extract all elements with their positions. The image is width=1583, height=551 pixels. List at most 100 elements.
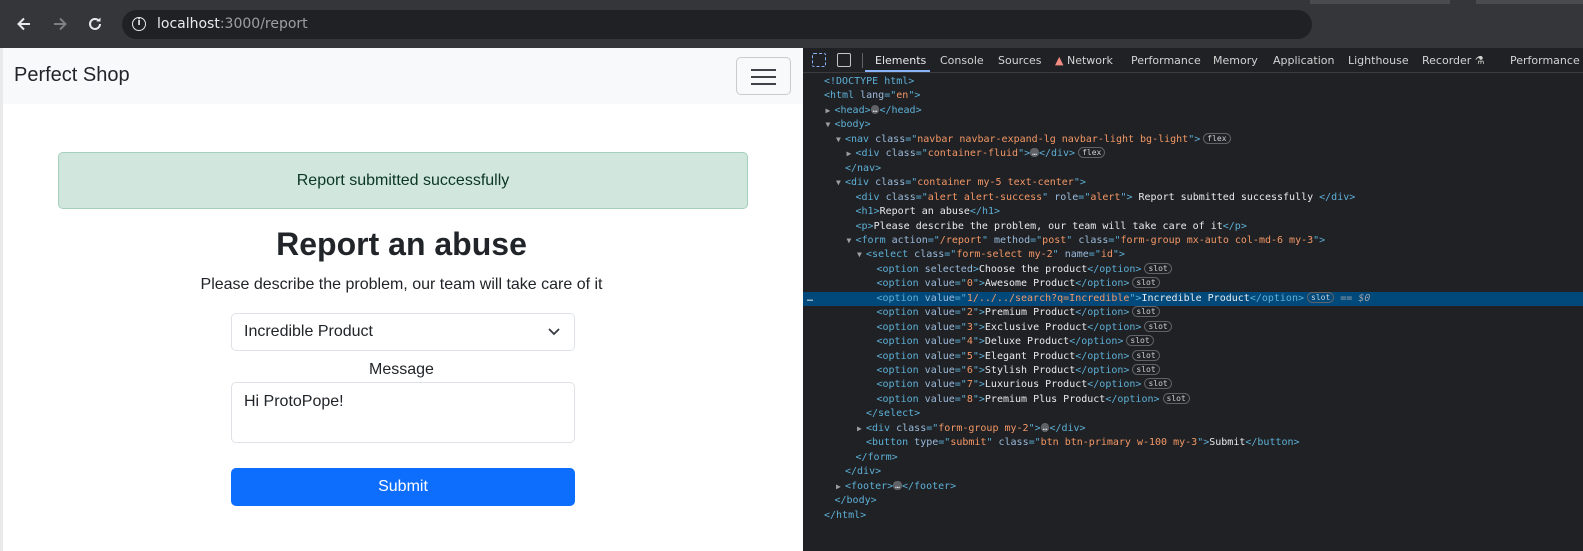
dom-node-line[interactable]: <p>Please describe the problem, our team… xyxy=(803,220,1583,234)
dom-node-line[interactable]: ▶ <head>… </head> xyxy=(803,104,1583,118)
tab-performance[interactable]: Performance xyxy=(1131,54,1201,67)
dom-node-line[interactable]: <option value="5">Elegant Product</optio… xyxy=(803,349,1583,364)
dom-node-line[interactable]: <option value="2">Premium Product</optio… xyxy=(803,306,1583,320)
dom-node-selected[interactable]: … <option value="1/../../search?q=Incredi… xyxy=(803,291,1583,306)
tab-application[interactable]: Application xyxy=(1273,54,1334,67)
tab-performance-insights[interactable]: Performance xyxy=(1510,54,1580,67)
badge[interactable]: flex xyxy=(1203,132,1231,144)
dom-node-line[interactable]: <option value="0">Awesome Product</optio… xyxy=(803,277,1583,291)
dom-node-line[interactable]: </body> xyxy=(803,494,1583,508)
dom-token: " xyxy=(981,234,994,246)
dom-node-line[interactable]: <h1>Report an abuse</h1> xyxy=(803,205,1583,219)
expand-triangle-icon[interactable]: ▼ xyxy=(847,234,856,248)
dom-token: </option> xyxy=(1075,350,1130,362)
dom-token: == $0 xyxy=(1334,292,1371,304)
dom-node-line[interactable]: ▼ <body> xyxy=(803,118,1583,132)
dom-node-line[interactable]: ▼ <select class="form-select my-2" name="… xyxy=(803,248,1583,262)
expand-triangle-icon[interactable]: ▶ xyxy=(826,104,835,118)
dom-token: Luxurious Product xyxy=(984,379,1088,391)
device-toolbar-icon[interactable] xyxy=(837,53,851,67)
dom-node-line[interactable]: </div> xyxy=(803,465,1583,479)
expand-triangle-icon[interactable]: ▶ xyxy=(836,480,845,494)
dom-node-line[interactable]: ▶ <footer>… </footer> xyxy=(803,480,1583,494)
dom-token: </option> xyxy=(1087,379,1142,391)
dom-token: <head> xyxy=(834,104,871,116)
dom-node-line[interactable]: ▶ <div class="container-fluid">… </div> fle… xyxy=(803,147,1583,161)
ellipsis-button[interactable]: … xyxy=(893,480,902,490)
expand-triangle-icon[interactable]: ▶ xyxy=(847,147,856,161)
address-bar[interactable]: i localhost:3000/report xyxy=(122,10,1312,39)
badge[interactable]: slot xyxy=(1126,335,1154,347)
browser-tab[interactable] xyxy=(1476,0,1583,4)
badge[interactable]: slot xyxy=(1132,364,1160,375)
dom-node-line[interactable]: <option value="8">Premium Plus Product</… xyxy=(803,392,1583,407)
dom-node-line[interactable]: <html lang="en"> xyxy=(803,89,1583,103)
badge[interactable]: slot xyxy=(1144,378,1172,390)
expand-triangle-icon[interactable]: ▼ xyxy=(857,248,866,262)
dom-token: form-group mx-auto col-md-6 my-3 xyxy=(1120,234,1314,246)
dom-node-line[interactable]: ▼ <nav class="navbar navbar-expand-lg nav… xyxy=(803,132,1583,147)
site-info-icon[interactable]: i xyxy=(132,17,146,31)
dom-token: "> xyxy=(1197,437,1210,449)
dom-node-line[interactable]: <option value="7">Luxurious Product</opt… xyxy=(803,378,1583,392)
dom-node-line[interactable]: <!DOCTYPE html> xyxy=(803,75,1583,89)
reload-icon[interactable] xyxy=(85,14,105,34)
tab-console[interactable]: Console xyxy=(940,54,984,67)
navbar-brand[interactable]: Perfect Shop xyxy=(14,64,130,87)
navbar-toggler-button[interactable] xyxy=(736,57,791,95)
inspect-element-icon[interactable] xyxy=(812,53,826,67)
dom-token: "> xyxy=(1120,191,1133,203)
tab-elements[interactable]: Elements xyxy=(875,54,926,67)
dom-node-line[interactable]: <option value="6">Stylish Product</optio… xyxy=(803,364,1583,378)
dom-node-line[interactable]: </nav> xyxy=(803,162,1583,176)
dom-node-line[interactable]: </html> xyxy=(803,509,1583,523)
forward-arrow-icon[interactable] xyxy=(50,14,70,34)
expand-triangle-icon[interactable]: ▼ xyxy=(836,176,845,190)
tab-lighthouse[interactable]: Lighthouse xyxy=(1348,54,1409,67)
dom-token: </option> xyxy=(1075,307,1130,319)
dom-node-line[interactable]: </select> xyxy=(803,407,1583,421)
dom-token: <option xyxy=(876,350,925,362)
dom-token: <option xyxy=(876,307,925,319)
page-description: Please describe the problem, our team wi… xyxy=(200,276,603,293)
dom-token: value xyxy=(924,393,955,405)
dom-node-line[interactable]: <div class="alert alert-success" role="a… xyxy=(803,191,1583,205)
dom-token: =" xyxy=(915,148,928,160)
dom-node-line[interactable]: <button type="submit" class="btn btn-pri… xyxy=(803,436,1583,450)
tab-network[interactable]: ▲ Network xyxy=(1055,54,1113,67)
toolbar-divider xyxy=(862,53,863,68)
badge[interactable]: slot xyxy=(1144,320,1172,332)
expand-triangle-icon[interactable]: ▶ xyxy=(857,422,866,436)
dom-token: =" xyxy=(927,234,940,246)
dom-node-line[interactable]: <option value="4">Deluxe Product</option… xyxy=(803,335,1583,349)
badge[interactable]: flex xyxy=(1078,147,1106,159)
dom-token: </h1> xyxy=(969,206,1001,218)
ellipsis-button[interactable]: … xyxy=(1030,148,1039,158)
message-textarea[interactable]: Hi ProtoPope! xyxy=(231,382,575,443)
tab-memory[interactable]: Memory xyxy=(1213,54,1258,67)
expand-triangle-icon[interactable]: ▼ xyxy=(836,133,845,147)
dom-node-line[interactable]: ▼ <form action="/report" method="post" cl… xyxy=(803,234,1583,248)
badge[interactable]: slot xyxy=(1144,262,1172,274)
badge[interactable]: slot xyxy=(1132,277,1160,289)
badge[interactable]: slot xyxy=(1162,392,1190,404)
dom-node-line[interactable]: </form> xyxy=(803,451,1583,465)
badge[interactable]: slot xyxy=(1132,306,1160,318)
dom-token: </head> xyxy=(879,104,922,116)
dom-token: class xyxy=(896,422,927,434)
badge[interactable]: slot xyxy=(1307,291,1335,303)
gutter-dots[interactable]: … xyxy=(807,292,813,306)
dom-node-line[interactable]: <option value="3">Exclusive Product</opt… xyxy=(803,320,1583,335)
product-select[interactable]: Incredible Product xyxy=(231,313,575,351)
dom-node-line[interactable]: ▼ <div class="container my-5 text-center"… xyxy=(803,176,1583,190)
tab-recorder[interactable]: Recorder ⚗ xyxy=(1422,54,1485,67)
dom-token: <option xyxy=(876,365,925,376)
submit-button[interactable]: Submit xyxy=(231,468,575,506)
browser-tab[interactable] xyxy=(1310,0,1450,4)
back-arrow-icon[interactable] xyxy=(14,14,34,34)
dom-node-line[interactable]: <option selected>Choose the product</opt… xyxy=(803,262,1583,277)
expand-triangle-icon[interactable]: ▼ xyxy=(826,118,835,132)
dom-node-line[interactable]: ▶ <div class="form-group my-2">… </div> xyxy=(803,422,1583,436)
badge[interactable]: slot xyxy=(1132,349,1160,361)
tab-sources[interactable]: Sources xyxy=(998,54,1042,67)
